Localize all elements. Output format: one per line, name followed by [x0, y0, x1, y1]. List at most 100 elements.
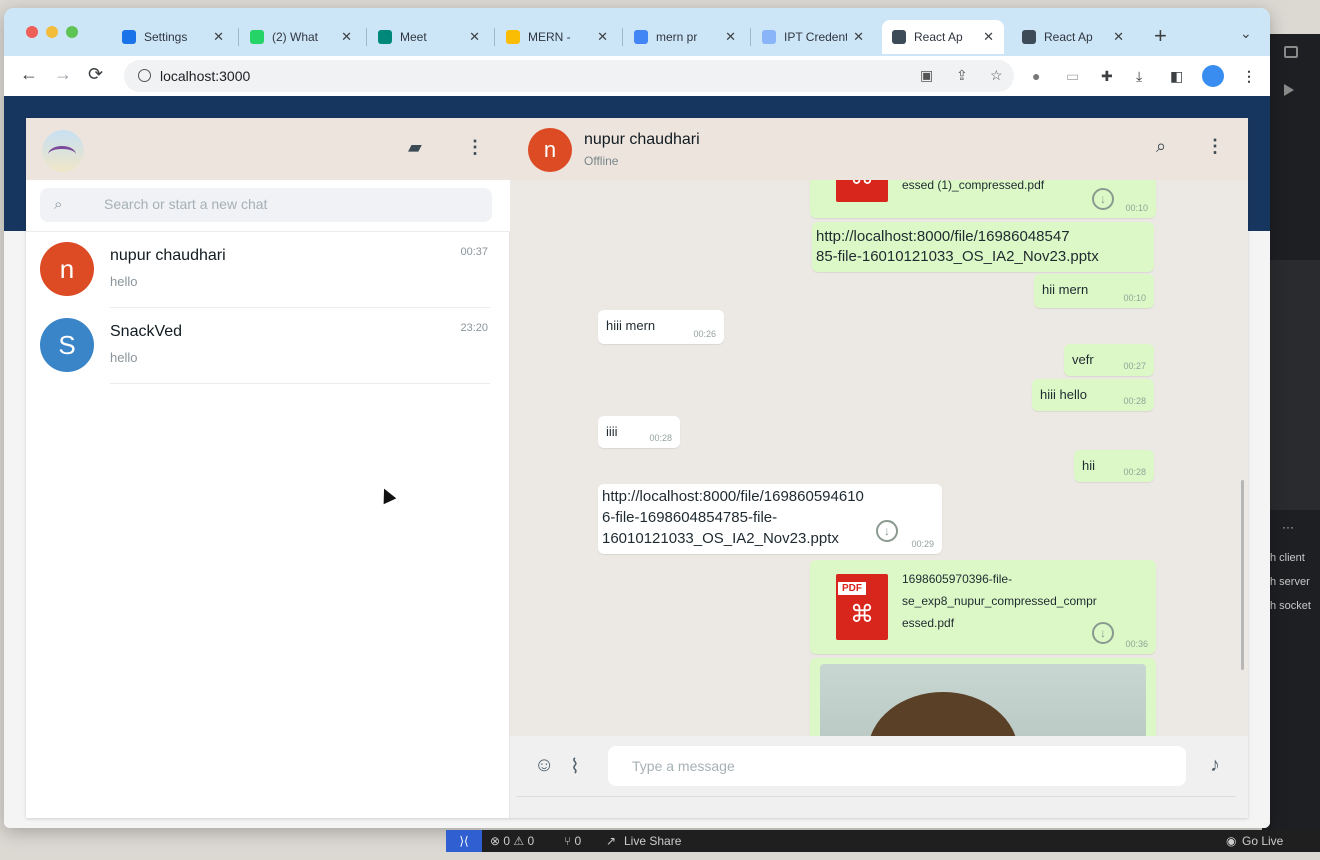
bookmark-star-icon[interactable]: ☆ [990, 67, 1003, 84]
scrollbar[interactable] [1241, 480, 1244, 670]
message-image[interactable]: http://localhost:8000/file/16986048547 8… [812, 222, 1154, 272]
download-icon[interactable]: ⤓ [1136, 68, 1142, 85]
message-time: 00:10 [1123, 293, 1146, 303]
zoom-window-button[interactable] [66, 26, 78, 38]
chat-list-item[interactable]: n nupur chaudhari hello 00:37 [26, 232, 510, 308]
browser-tab[interactable]: Meet ✕ [368, 20, 490, 54]
attach-icon[interactable]: ⌇ [570, 754, 580, 779]
browser-tab[interactable]: Settings ✕ [112, 20, 234, 54]
browser-tab[interactable]: React Ap ✕ [1012, 20, 1134, 54]
problems-indicator[interactable]: ⊗ 0 ⚠ 0 [490, 834, 534, 848]
new-chat-icon[interactable]: ▰ [408, 137, 422, 158]
download-icon[interactable]: ↓ [876, 520, 898, 542]
ports-indicator[interactable]: ⑂ 0 [564, 834, 581, 848]
profile-avatar[interactable] [1202, 65, 1224, 87]
microphone-icon[interactable]: ♪ [1210, 754, 1220, 777]
tab-favicon-icon [892, 30, 906, 44]
live-share-icon[interactable]: ↗ [606, 834, 616, 848]
pdf-file-icon: PDF ⌘ [836, 574, 888, 640]
image-alt-text[interactable]: http://localhost:8000/file/16986048547 [816, 226, 1070, 247]
message-bubble: iiii 00:28 [598, 416, 680, 448]
tab-close-icon[interactable]: ✕ [597, 29, 608, 45]
file-name: essed.pdf [902, 616, 955, 630]
close-window-button[interactable] [26, 26, 38, 38]
message-file[interactable]: ⌘ essed (1)_compressed.pdf ↓ 00:10 [810, 180, 1156, 218]
install-app-icon[interactable]: ▣ [920, 67, 933, 84]
new-tab-button[interactable]: + [1154, 23, 1167, 49]
run-icon[interactable] [1284, 84, 1294, 96]
side-panel-icon[interactable]: ◧ [1170, 68, 1183, 85]
file-name: essed (1)_compressed.pdf [902, 180, 1045, 192]
browser-tab[interactable]: MERN - ✕ [496, 20, 618, 54]
my-avatar[interactable] [42, 130, 84, 172]
message-time: 00:36 [1125, 639, 1148, 649]
browser-tab[interactable]: React Ap ✕ [882, 20, 1004, 54]
site-info-icon[interactable] [138, 69, 151, 82]
search-input[interactable] [104, 196, 474, 212]
search-icon[interactable]: ⌕ [1156, 136, 1166, 157]
browser-menu-icon[interactable]: ⋮ [1242, 68, 1256, 85]
message-image[interactable]: http://localhost:8000/file/169860594610 … [598, 484, 942, 554]
tab-close-icon[interactable]: ✕ [213, 29, 224, 45]
message-photo[interactable] [810, 658, 1156, 736]
minimize-window-button[interactable] [46, 26, 58, 38]
avatar: n [40, 242, 94, 296]
conversation-pane: n nupur chaudhari Offline ⌕ ⋮ ⌘ essed (1… [510, 118, 1248, 818]
ide-more-icon[interactable]: ··· [1282, 520, 1294, 534]
message-file[interactable]: PDF ⌘ 1698605970396-file- se_exp8_nupur_… [810, 560, 1156, 654]
message-time: 00:10 [1125, 203, 1148, 213]
ide-tree-item[interactable]: h socket [1270, 600, 1311, 612]
chat-list-item[interactable]: S SnackVed hello 23:20 [26, 308, 510, 384]
tab-close-icon[interactable]: ✕ [853, 29, 864, 45]
chat-last-message: hello [110, 274, 138, 289]
ide-tree-item[interactable]: h server [1270, 576, 1310, 588]
browser-tab[interactable]: mern pr ✕ [624, 20, 746, 54]
contact-avatar[interactable]: n [528, 128, 572, 172]
ide-tree-item[interactable]: h client [1270, 552, 1305, 564]
share-icon[interactable]: ⇪ [956, 67, 968, 84]
ide-status-bar: ⟩⟨ ⊗ 0 ⚠ 0 ⑂ 0 ↗ Live Share ◉ Go Live [446, 830, 1320, 852]
go-live-button[interactable]: Go Live [1242, 834, 1283, 848]
tab-separator [622, 28, 623, 46]
menu-icon[interactable]: ⋮ [1206, 136, 1224, 157]
chat-time: 23:20 [460, 322, 488, 334]
address-url[interactable]: localhost:3000 [160, 68, 250, 84]
tab-search-chevron-icon[interactable]: ⌄ [1240, 25, 1252, 42]
extensions-puzzle-icon[interactable]: ✚ [1101, 68, 1113, 85]
photo-thumbnail[interactable] [820, 664, 1146, 736]
live-share-button[interactable]: Live Share [624, 834, 681, 848]
reload-button[interactable]: ⟳ [88, 64, 103, 85]
tab-close-icon[interactable]: ✕ [983, 29, 994, 45]
message-input[interactable] [608, 746, 1186, 786]
composer: ☺ ⌇ ♪ [510, 736, 1248, 818]
tab-close-icon[interactable]: ✕ [341, 29, 352, 45]
image-alt-text[interactable]: http://localhost:8000/file/169860594610 [602, 486, 864, 507]
tab-favicon-icon [378, 30, 392, 44]
extension-icon[interactable]: ▭ [1066, 68, 1079, 85]
tab-close-icon[interactable]: ✕ [1113, 29, 1124, 45]
image-alt-text[interactable]: 16010121033_OS_IA2_Nov23.pptx [602, 528, 839, 549]
message-time: 00:26 [693, 329, 716, 339]
contact-name[interactable]: nupur chaudhari [584, 131, 700, 149]
download-icon[interactable]: ↓ [1092, 188, 1114, 210]
tab-close-icon[interactable]: ✕ [469, 29, 480, 45]
search-box: ⌕ [40, 188, 492, 222]
address-bar[interactable]: localhost:3000 ▣ ⇪ ☆ [124, 60, 1014, 92]
emoji-icon[interactable]: ☺ [534, 754, 554, 777]
tab-close-icon[interactable]: ✕ [725, 29, 736, 45]
remote-icon[interactable]: ⟩⟨ [446, 830, 482, 852]
search-icon: ⌕ [54, 196, 63, 213]
extension-icon[interactable]: ● [1032, 68, 1040, 84]
image-alt-text[interactable]: 6-file-1698604854785-file- [602, 507, 777, 528]
layout-icon[interactable] [1284, 46, 1298, 58]
back-button[interactable]: ← [20, 64, 38, 85]
image-alt-text[interactable]: 85-file-16010121033_OS_IA2_Nov23.pptx [816, 246, 1099, 267]
forward-button[interactable]: → [54, 64, 72, 85]
message-text: hii mern [1042, 282, 1089, 297]
chat-last-message: hello [110, 350, 138, 365]
browser-tab[interactable]: (2) What ✕ [240, 20, 362, 54]
menu-icon[interactable]: ⋮ [466, 137, 484, 158]
go-live-icon[interactable]: ◉ [1226, 834, 1236, 848]
download-icon[interactable]: ↓ [1092, 622, 1114, 644]
browser-tab[interactable]: IPT Credent ✕ [752, 20, 874, 54]
